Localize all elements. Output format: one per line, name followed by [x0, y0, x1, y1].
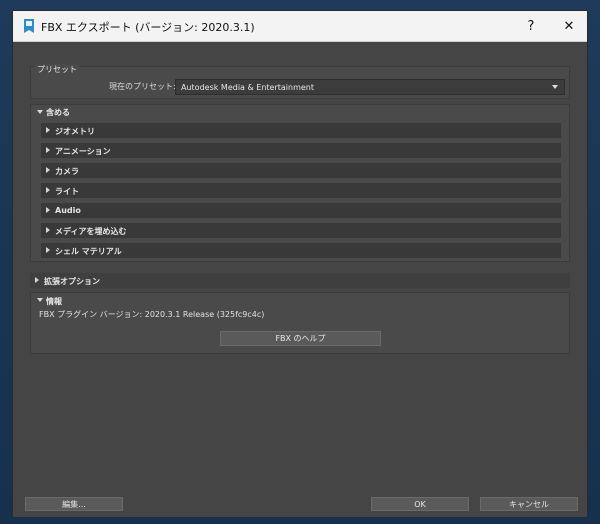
ok-button[interactable]: OK: [371, 497, 469, 511]
current-preset-label: 現在のプリセット:: [109, 82, 176, 91]
dialog-content: プリセット 現在のプリセット: Autodesk Media & Enterta…: [13, 42, 587, 517]
include-item-audio[interactable]: Audio: [41, 203, 561, 218]
preset-dropdown[interactable]: Autodesk Media & Entertainment: [175, 79, 565, 95]
preset-dropdown-value: Autodesk Media & Entertainment: [181, 83, 314, 92]
info-rollout-header[interactable]: 情報: [31, 293, 569, 307]
chevron-down-icon: [37, 110, 43, 114]
window-title: FBX エクスポート (バージョン: 2020.3.1): [41, 21, 255, 34]
fbx-export-dialog: FBX エクスポート (バージョン: 2020.3.1) ? ✕ プリセット 現…: [12, 10, 588, 517]
plugin-version-text: FBX プラグイン バージョン: 2020.3.1 Release (325fc…: [39, 310, 265, 319]
app-icon: [24, 19, 34, 33]
include-rollout: 含める ジオメトリ アニメーション カメラ ライト Audio メディアを埋め込…: [30, 104, 570, 262]
chevron-right-icon: [46, 147, 50, 153]
include-item-animation[interactable]: アニメーション: [41, 143, 561, 158]
include-item-shell-material[interactable]: シェル マテリアル: [41, 243, 561, 258]
chevron-right-icon: [46, 167, 50, 173]
chevron-right-icon: [46, 227, 50, 233]
advanced-options-label: 拡張オプション: [44, 277, 100, 286]
include-item-geometry[interactable]: ジオメトリ: [41, 123, 561, 138]
close-button[interactable]: ✕: [551, 11, 587, 41]
chevron-down-icon: [552, 85, 558, 89]
chevron-right-icon: [35, 277, 39, 283]
include-item-camera[interactable]: カメラ: [41, 163, 561, 178]
preset-group: プリセット 現在のプリセット: Autodesk Media & Enterta…: [30, 64, 570, 99]
title-bar: FBX エクスポート (バージョン: 2020.3.1) ? ✕: [13, 11, 587, 42]
fbx-help-button[interactable]: FBX のヘルプ: [220, 331, 381, 346]
info-rollout: 情報 FBX プラグイン バージョン: 2020.3.1 Release (32…: [30, 292, 570, 354]
include-item-light[interactable]: ライト: [41, 183, 561, 198]
help-button[interactable]: ?: [513, 11, 549, 41]
advanced-options-rollout[interactable]: 拡張オプション: [30, 273, 570, 288]
chevron-right-icon: [46, 187, 50, 193]
chevron-down-icon: [37, 298, 43, 302]
info-label: 情報: [46, 297, 62, 306]
preset-group-label: プリセット: [35, 64, 79, 75]
cancel-button[interactable]: キャンセル: [480, 497, 578, 511]
chevron-right-icon: [46, 207, 50, 213]
chevron-right-icon: [46, 247, 50, 253]
chevron-right-icon: [46, 127, 50, 133]
include-item-embed-media[interactable]: メディアを埋め込む: [41, 223, 561, 238]
include-rollout-header[interactable]: 含める: [31, 105, 569, 119]
include-label: 含める: [46, 108, 70, 117]
edit-button[interactable]: 編集...: [25, 497, 123, 511]
